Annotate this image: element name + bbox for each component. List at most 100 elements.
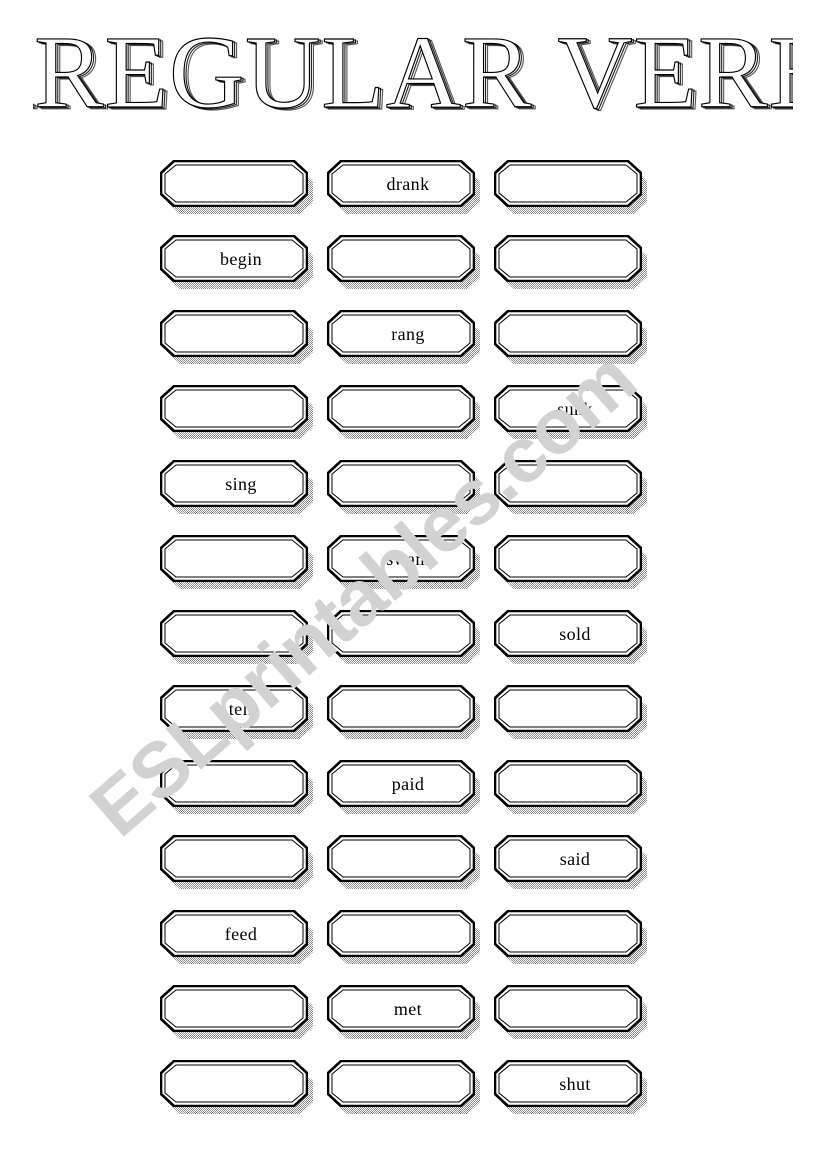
card-outline-shape [493, 534, 643, 583]
page-title-ghost-1: IRREGULAR VERBS [33, 19, 793, 131]
worksheet-page: IRREGULAR VERBS IRREGULAR VERBS IRREGULA… [0, 0, 826, 1169]
verb-card-blank[interactable] [159, 984, 313, 1039]
verb-card-filled[interactable]: sing [159, 459, 313, 514]
card-face [493, 159, 643, 208]
verb-card-blank[interactable] [159, 159, 313, 214]
page-title-text: IRREGULAR VERBS [33, 19, 793, 130]
card-outline-shape [493, 909, 643, 958]
card-face [493, 759, 643, 808]
verb-card-filled[interactable]: met [326, 984, 480, 1039]
verb-card-blank[interactable] [326, 909, 480, 964]
card-outline-shape [326, 909, 476, 958]
card-outline-shape [159, 1059, 309, 1108]
card-face [326, 609, 476, 658]
verb-card-filled[interactable]: said [493, 834, 647, 889]
card-outline-shape [326, 684, 476, 733]
verb-card-filled[interactable]: paid [326, 759, 480, 814]
verb-card-filled[interactable]: swam [326, 534, 480, 589]
verb-card-blank[interactable] [326, 609, 480, 664]
verb-card-blank[interactable] [493, 459, 647, 514]
verb-card-filled[interactable]: rang [326, 309, 480, 364]
card-label: said [559, 848, 591, 869]
verb-card-blank[interactable] [326, 384, 480, 439]
verb-card-blank[interactable] [493, 534, 647, 589]
card-label: drank [386, 173, 430, 194]
card-outline-shape [493, 759, 643, 808]
verb-card-row: shut [159, 1059, 647, 1135]
verb-card-blank[interactable] [493, 984, 647, 1039]
verb-card-filled[interactable]: sunk [493, 384, 647, 439]
card-face [159, 609, 309, 658]
verb-card-blank[interactable] [326, 459, 480, 514]
card-outline-shape [159, 309, 309, 358]
card-face [159, 984, 309, 1033]
card-label: swam [386, 548, 430, 569]
card-outline-shape [159, 384, 309, 433]
verb-card-blank[interactable] [493, 909, 647, 964]
card-label: sing [225, 473, 257, 494]
card-face [493, 684, 643, 733]
card-outline-shape [326, 834, 476, 883]
verb-card-filled[interactable]: feed [159, 909, 313, 964]
card-label: sunk [557, 398, 593, 419]
card-outline-shape [326, 1059, 476, 1108]
verb-card-blank[interactable] [159, 309, 313, 364]
card-label: paid [391, 773, 425, 794]
card-outline-shape [493, 159, 643, 208]
card-face [159, 159, 309, 208]
verb-card-filled[interactable]: shut [493, 1059, 647, 1114]
verb-card-blank[interactable] [159, 384, 313, 439]
verb-card-row: tell [159, 684, 647, 760]
card-outline-shape [159, 534, 309, 583]
verb-card-blank[interactable] [493, 309, 647, 364]
card-outline-shape [326, 459, 476, 508]
verb-card-row: drank [159, 159, 647, 235]
verb-card-filled[interactable]: begin [159, 234, 313, 289]
verb-card-blank[interactable] [326, 834, 480, 889]
verb-card-blank[interactable] [493, 234, 647, 289]
verb-card-blank[interactable] [159, 1059, 313, 1114]
verb-card-row: begin [159, 234, 647, 310]
verb-card-blank[interactable] [326, 234, 480, 289]
card-face [493, 984, 643, 1033]
card-face [159, 384, 309, 433]
verb-card-grid: drank begin rang sunk sing swam sold tell paid sa… [159, 159, 647, 1135]
verb-card-blank[interactable] [326, 684, 480, 739]
card-face [326, 909, 476, 958]
verb-card-filled[interactable]: tell [159, 684, 313, 739]
card-face [326, 384, 476, 433]
verb-card-row: sunk [159, 384, 647, 460]
card-face [326, 1059, 476, 1108]
card-outline-shape [326, 234, 476, 283]
card-outline-shape [493, 684, 643, 733]
verb-card-row: said [159, 834, 647, 910]
card-label: tell [228, 698, 254, 719]
card-outline-shape [493, 459, 643, 508]
verb-card-blank[interactable] [493, 159, 647, 214]
verb-card-row: met [159, 984, 647, 1060]
card-face [159, 834, 309, 883]
verb-card-blank[interactable] [493, 759, 647, 814]
card-face [493, 459, 643, 508]
card-face [493, 234, 643, 283]
card-face [159, 534, 309, 583]
verb-card-blank[interactable] [159, 534, 313, 589]
verb-card-blank[interactable] [326, 1059, 480, 1114]
card-outline-shape [493, 234, 643, 283]
page-title-outline-art: IRREGULAR VERBS IRREGULAR VERBS IRREGULA… [33, 19, 793, 133]
card-outline-shape [159, 159, 309, 208]
page-title: IRREGULAR VERBS IRREGULAR VERBS IRREGULA… [0, 18, 826, 136]
verb-card-blank[interactable] [493, 684, 647, 739]
card-outline-shape [326, 609, 476, 658]
verb-card-row: sold [159, 609, 647, 685]
verb-card-blank[interactable] [159, 759, 313, 814]
verb-card-filled[interactable]: sold [493, 609, 647, 664]
verb-card-blank[interactable] [159, 609, 313, 664]
verb-card-row: swam [159, 534, 647, 610]
card-label: met [393, 998, 423, 1019]
verb-card-filled[interactable]: drank [326, 159, 480, 214]
verb-card-row: feed [159, 909, 647, 985]
card-face [326, 459, 476, 508]
card-label: rang [391, 323, 425, 344]
verb-card-blank[interactable] [159, 834, 313, 889]
